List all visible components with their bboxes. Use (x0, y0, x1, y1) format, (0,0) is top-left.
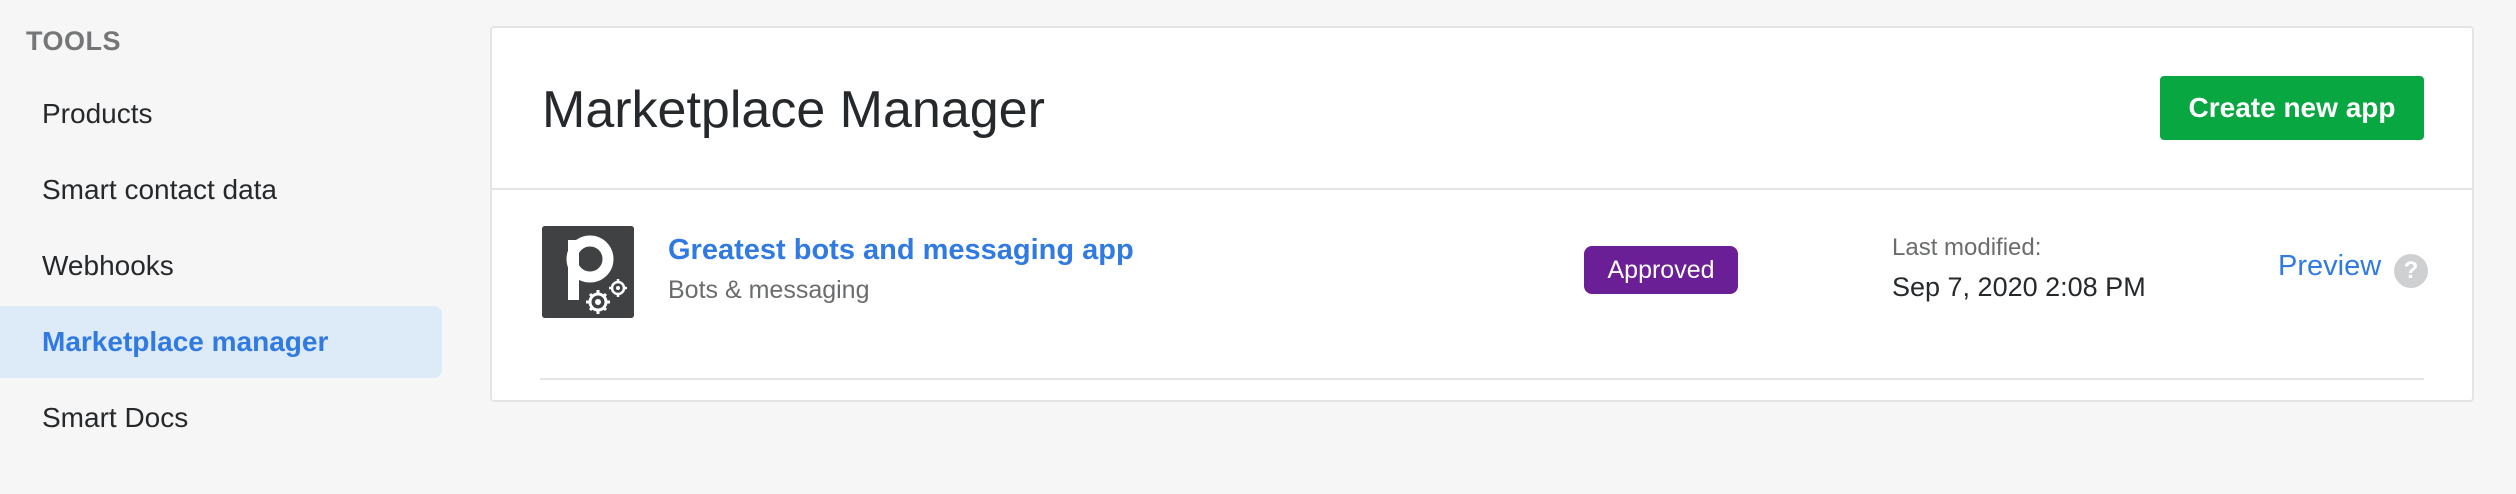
sidebar-item-products[interactable]: Products (0, 78, 442, 150)
status-badge: Approved (1584, 246, 1738, 294)
pipedrive-bot-gear-icon (542, 226, 634, 318)
marketplace-card: Marketplace Manager Create new app Great… (490, 26, 2474, 402)
app-category: Bots & messaging (668, 276, 870, 304)
page-title: Marketplace Manager (542, 81, 1045, 139)
app-row: Greatest bots and messaging app Bots & m… (540, 190, 2428, 380)
sidebar-item-smart-contact-data[interactable]: Smart contact data (0, 154, 442, 226)
sidebar-item-marketplace-manager[interactable]: Marketplace manager (0, 306, 442, 378)
sidebar-item-smart-docs[interactable]: Smart Docs (0, 382, 442, 454)
sidebar-heading: TOOLS (26, 26, 122, 56)
preview-link[interactable]: Preview (2278, 250, 2381, 283)
question-icon[interactable]: ? (2394, 254, 2428, 288)
sidebar: TOOLS Products Smart contact data Webhoo… (0, 0, 444, 494)
card-header: Marketplace Manager Create new app (492, 28, 2472, 190)
create-new-app-button[interactable]: Create new app (2160, 76, 2424, 140)
last-modified-label: Last modified: (1892, 234, 2042, 261)
sidebar-item-webhooks[interactable]: Webhooks (0, 230, 442, 302)
last-modified-value: Sep 7, 2020 2:08 PM (1892, 272, 2146, 302)
app-name-link[interactable]: Greatest bots and messaging app (668, 234, 1134, 267)
